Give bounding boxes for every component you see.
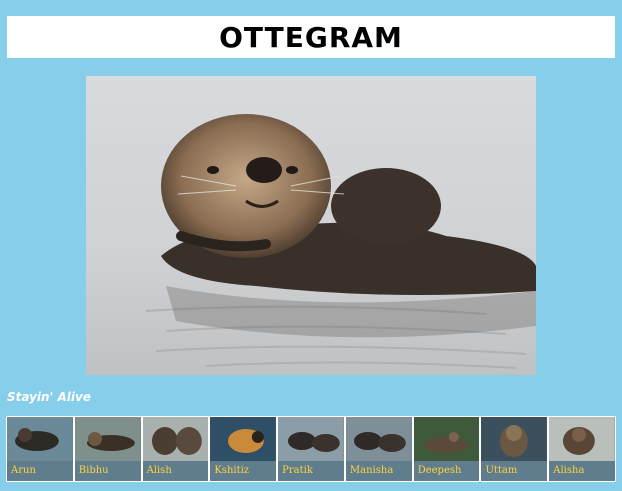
otter-thumbnail-image bbox=[7, 417, 73, 461]
otter-thumbnail-image bbox=[142, 417, 209, 461]
thumbnail-label: Bibhu bbox=[74, 461, 141, 481]
thumbnail-deepesh[interactable]: Deepesh bbox=[413, 417, 480, 481]
thumbnail-pratik[interactable]: Pratik bbox=[278, 417, 344, 481]
thumbnail-label: Kshitiz bbox=[210, 461, 277, 481]
thumbnail-alisha[interactable]: Alisha bbox=[549, 417, 616, 481]
thumbnail-alish[interactable]: Alish bbox=[142, 417, 209, 481]
thumbnail-manisha[interactable]: Manisha bbox=[345, 417, 412, 481]
otter-thumbnail-image bbox=[345, 417, 412, 461]
thumbnail-label: Manisha bbox=[345, 461, 412, 481]
thumbnail-label: Arun bbox=[7, 461, 73, 481]
thumbnail-label: Deepesh bbox=[413, 461, 480, 481]
photo-caption: Stayin' Alive bbox=[7, 390, 91, 404]
otter-thumbnail-image bbox=[481, 417, 548, 461]
otter-thumbnail-image bbox=[74, 417, 141, 461]
page-header: OTTEGRAM bbox=[7, 16, 615, 58]
otter-thumbnail-image bbox=[278, 417, 344, 461]
main-otter-photo bbox=[86, 76, 536, 375]
thumbnail-arun[interactable]: Arun bbox=[7, 417, 73, 481]
otter-thumbnail-image bbox=[413, 417, 480, 461]
thumbnail-strip: Arun Bibhu Alish Kshitiz Pratik Manisha bbox=[6, 416, 616, 482]
thumbnail-uttam[interactable]: Uttam bbox=[481, 417, 548, 481]
thumbnail-bibhu[interactable]: Bibhu bbox=[74, 417, 141, 481]
thumbnail-label: Alish bbox=[142, 461, 209, 481]
otter-thumbnail-image bbox=[549, 417, 616, 461]
page-title: OTTEGRAM bbox=[219, 20, 403, 54]
thumbnail-kshitiz[interactable]: Kshitiz bbox=[210, 417, 277, 481]
thumbnail-label: Pratik bbox=[278, 461, 344, 481]
thumbnail-label: Uttam bbox=[481, 461, 548, 481]
otter-thumbnail-image bbox=[210, 417, 277, 461]
thumbnail-label: Alisha bbox=[549, 461, 616, 481]
